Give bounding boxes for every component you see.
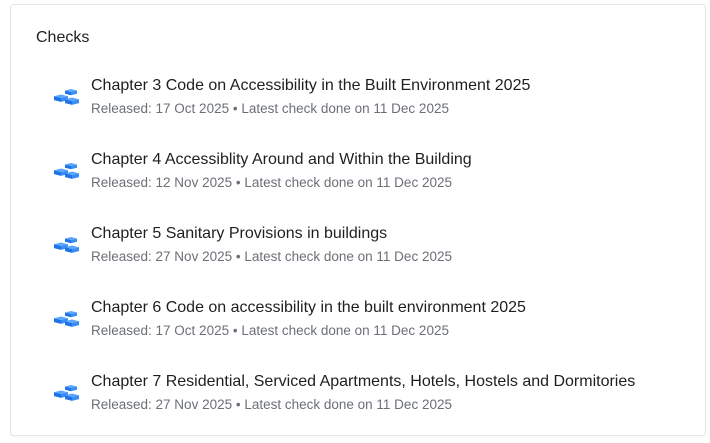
check-item-chapter-3[interactable]: Chapter 3 Code on Accessibility in the B… (51, 69, 691, 143)
checks-panel: Checks Chapter 3 Code on Accessibility i… (10, 4, 706, 436)
check-meta: Released: 17 Oct 2025 • Latest check don… (91, 323, 449, 338)
check-title: Chapter 6 Code on accessibility in the b… (91, 299, 526, 316)
check-title: Chapter 7 Residential, Serviced Apartmen… (91, 373, 636, 390)
cube-stack-icon (51, 379, 83, 409)
check-meta: Released: 27 Nov 2025 • Latest check don… (91, 249, 452, 264)
check-meta: Released: 12 Nov 2025 • Latest check don… (91, 175, 452, 190)
section-heading: Checks (36, 29, 90, 46)
check-item-chapter-7[interactable]: Chapter 7 Residential, Serviced Apartmen… (51, 365, 691, 439)
cube-stack-icon (51, 305, 83, 335)
check-meta: Released: 17 Oct 2025 • Latest check don… (91, 101, 449, 116)
checks-list: Chapter 3 Code on Accessibility in the B… (51, 69, 691, 439)
check-item-chapter-5[interactable]: Chapter 5 Sanitary Provisions in buildin… (51, 217, 691, 291)
check-title: Chapter 4 Accessiblity Around and Within… (91, 151, 472, 168)
cube-stack-icon (51, 157, 83, 187)
cube-stack-icon (51, 231, 83, 261)
check-title: Chapter 5 Sanitary Provisions in buildin… (91, 225, 388, 242)
check-item-chapter-6[interactable]: Chapter 6 Code on accessibility in the b… (51, 291, 691, 365)
check-title: Chapter 3 Code on Accessibility in the B… (91, 77, 531, 94)
check-meta: Released: 27 Nov 2025 • Latest check don… (91, 397, 452, 412)
cube-stack-icon (51, 83, 83, 113)
check-item-chapter-4[interactable]: Chapter 4 Accessiblity Around and Within… (51, 143, 691, 217)
